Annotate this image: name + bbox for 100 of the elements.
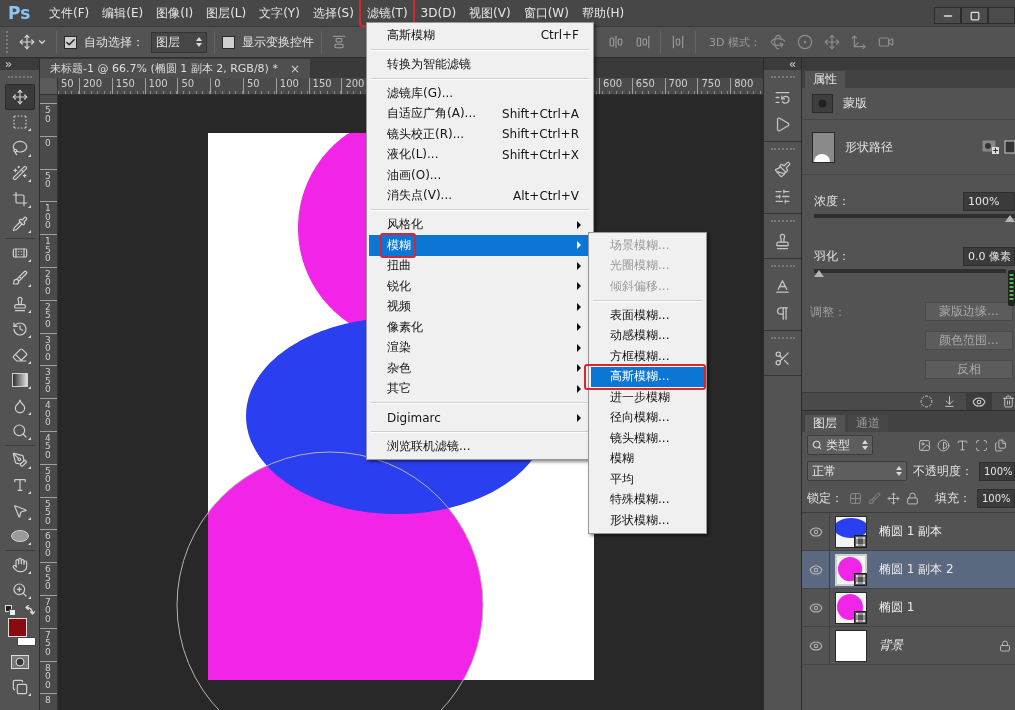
ruler-label: 100 xyxy=(275,78,309,94)
menu-title[interactable]: 3D(D) xyxy=(417,2,460,24)
select-rect-icon[interactable] xyxy=(1003,139,1015,155)
menu-item[interactable]: 形状模糊... xyxy=(591,510,704,531)
ruler-label: 200 xyxy=(45,270,51,296)
eye-icon[interactable] xyxy=(808,600,823,615)
fill-field[interactable]: 100% xyxy=(977,488,1015,508)
menu-item[interactable]: 镜头模糊... xyxy=(591,428,704,449)
gripper-icon xyxy=(6,31,10,53)
menu-item[interactable]: 锐化 xyxy=(369,276,591,297)
layer-row[interactable]: 椭圆 1 副本 xyxy=(802,513,1015,551)
checkbox[interactable] xyxy=(64,35,77,49)
slider-thumb[interactable] xyxy=(814,270,824,277)
blend-mode-select[interactable]: 正常 xyxy=(807,461,907,481)
ruler-label: 0 xyxy=(210,78,243,94)
menu-title[interactable]: 图层(L) xyxy=(203,2,250,24)
slider-thumb[interactable] xyxy=(1005,215,1015,222)
minimize-button[interactable] xyxy=(934,7,961,24)
menu-item[interactable]: 油画(O)... xyxy=(369,165,591,186)
menu-item[interactable]: 消失点(V)... Alt+Ctrl+V xyxy=(369,185,591,206)
document-stack-icon[interactable] xyxy=(994,438,1007,452)
add-mask-icon[interactable] xyxy=(982,140,999,154)
menu-item[interactable]: 表面模糊... xyxy=(591,305,704,326)
density-field[interactable]: 100% xyxy=(963,192,1015,211)
menu-item[interactable]: 浏览联机滤镜... xyxy=(369,436,591,457)
corner-triangle-icon xyxy=(27,153,31,157)
tool-button[interactable] xyxy=(4,84,35,110)
image-filter-icon[interactable] xyxy=(918,438,931,452)
menu-item[interactable]: 渲染 xyxy=(369,337,591,358)
layer-name: 椭圆 1 副本 xyxy=(879,523,943,540)
filter-select[interactable]: 类型 xyxy=(807,435,873,455)
menu-title[interactable]: 文件(F) xyxy=(46,2,93,24)
document-tab[interactable]: 未标题-1 @ 66.7% (椭圆 1 副本 2, RGB/8) * × xyxy=(40,59,310,78)
menu-item[interactable]: 模糊 xyxy=(369,235,591,256)
rotate-3d-icon xyxy=(769,34,786,50)
menu-item[interactable]: 进一步模糊 xyxy=(591,387,704,408)
transform-frame-icon[interactable] xyxy=(975,438,988,452)
corner-triangle-icon xyxy=(27,596,31,599)
menu-title[interactable]: 视图(V) xyxy=(466,2,514,24)
checker-icon[interactable] xyxy=(849,491,862,505)
menu-title[interactable]: 图像(I) xyxy=(153,2,197,24)
pointer-icon xyxy=(11,502,28,519)
stamp-icon xyxy=(774,233,791,250)
half-circle-icon[interactable] xyxy=(937,438,950,452)
menu-title[interactable]: 窗口(W) xyxy=(520,2,572,24)
menu-item[interactable]: 模糊 xyxy=(591,448,704,469)
close-button[interactable]: × xyxy=(287,61,302,76)
play-icon xyxy=(774,116,791,133)
eye-icon[interactable] xyxy=(808,524,823,539)
checkbox[interactable] xyxy=(222,35,235,49)
lock-icon[interactable] xyxy=(906,491,919,505)
corner-triangle-icon xyxy=(27,516,31,520)
menu-item[interactable]: 动感模糊... xyxy=(591,325,704,346)
menu-item[interactable]: 像素化 xyxy=(369,317,591,338)
swap-arrows-icon[interactable] xyxy=(23,605,35,616)
menu-item[interactable]: 方框模糊... xyxy=(591,346,704,367)
layer-select[interactable]: 图层 xyxy=(151,31,207,53)
layer-row[interactable]: 背景 xyxy=(802,627,1015,665)
trash-icon[interactable] xyxy=(1002,395,1015,408)
slider-track[interactable] xyxy=(814,267,1006,277)
menu-item[interactable]: 液化(L)... Shift+Ctrl+X xyxy=(369,144,591,165)
dashed-square-icon xyxy=(11,114,28,131)
menu-title[interactable]: 帮助(H) xyxy=(578,2,628,24)
layer-row[interactable]: 椭圆 1 xyxy=(802,589,1015,627)
feather-field[interactable]: 0.0 像素 xyxy=(963,247,1015,266)
app-logo: Ps xyxy=(8,3,32,23)
menu-item[interactable]: 转换为智能滤镜 xyxy=(369,54,591,75)
move-icon[interactable] xyxy=(887,491,900,505)
menu-item[interactable]: 风格化 xyxy=(369,214,591,235)
shortcut-text: Shift+Ctrl+X xyxy=(502,147,580,162)
panel-tab[interactable]: 图层 xyxy=(805,415,845,432)
opacity-field[interactable]: 100% xyxy=(979,461,1015,481)
menu-item[interactable]: 扭曲 xyxy=(369,255,591,276)
panel-tab[interactable]: 属性 xyxy=(805,71,845,88)
corner-triangle-icon xyxy=(27,570,31,574)
type-filter-icon[interactable] xyxy=(956,438,969,452)
foreground-swatch[interactable] xyxy=(7,618,27,637)
corner-triangle-icon xyxy=(27,204,31,208)
visibility-button[interactable] xyxy=(966,393,992,410)
eye-icon[interactable] xyxy=(808,638,823,653)
load-selection-icon[interactable] xyxy=(943,395,956,408)
ruler-label: 500 xyxy=(45,466,51,493)
menu-title[interactable]: 文字(Y) xyxy=(256,2,303,24)
menu-item[interactable]: Digimarc xyxy=(369,407,591,428)
layer-row[interactable]: 椭圆 1 副本 2 xyxy=(802,551,1015,589)
menu-item[interactable]: 镜头校正(R)... Shift+Ctrl+R xyxy=(369,124,591,145)
dotted-circle-icon[interactable] xyxy=(920,395,933,408)
maximize-button[interactable] xyxy=(961,7,988,24)
menu-item[interactable]: 自适应广角(A)... Shift+Ctrl+A xyxy=(369,103,591,124)
paintbrush-icon xyxy=(774,161,791,178)
move-3d-icon xyxy=(850,34,867,50)
background-swatch[interactable] xyxy=(16,637,36,646)
menu-title[interactable]: 编辑(E) xyxy=(99,2,147,24)
menu-item[interactable]: 平均 xyxy=(591,469,704,490)
menu-item[interactable]: 视频 xyxy=(369,296,591,317)
eye-icon[interactable] xyxy=(808,562,823,577)
menu-title[interactable]: 选择(S) xyxy=(309,2,357,24)
menu-item[interactable]: 径向模糊... xyxy=(591,407,704,428)
menu-item[interactable]: 特殊模糊... xyxy=(591,489,704,510)
menu-item[interactable]: 高斯模糊 Ctrl+F xyxy=(369,25,591,46)
